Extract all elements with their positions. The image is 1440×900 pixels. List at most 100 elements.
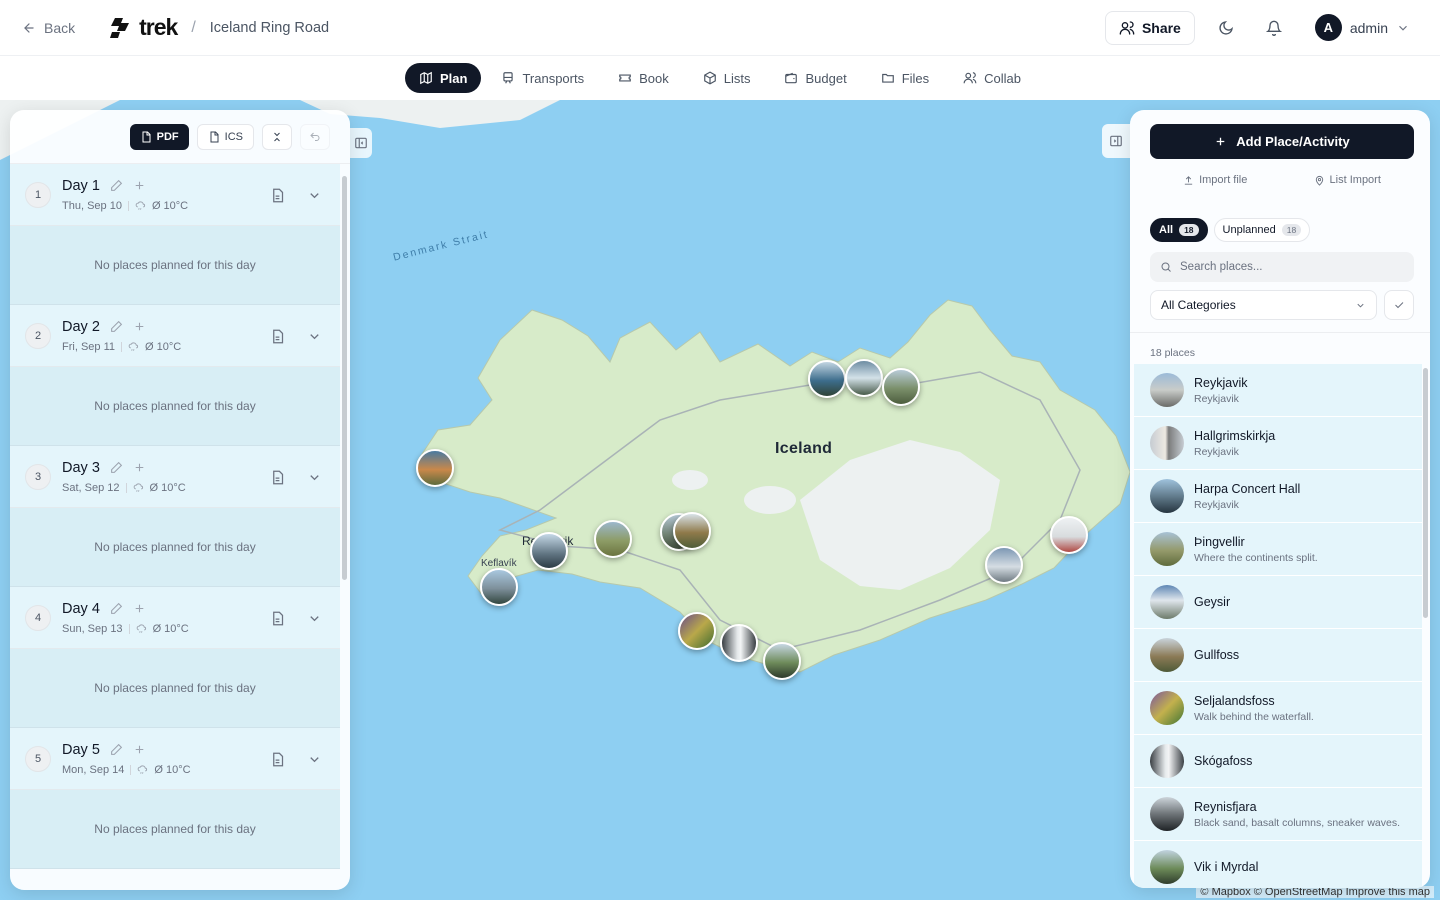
check-icon [1395, 302, 1404, 309]
package-icon [703, 71, 716, 85]
day-header[interactable]: 2 Day 2 Fri, Sep 11 Ø 10°C [10, 305, 340, 367]
search-input[interactable] [1180, 261, 1400, 273]
plus-icon[interactable] [133, 320, 146, 333]
chevrons-collapse-icon [274, 132, 280, 141]
notifications-button[interactable] [1257, 11, 1291, 45]
tab-collab-label: Collab [984, 70, 1021, 86]
chevron-down-icon[interactable] [307, 329, 322, 344]
day-empty-drop-zone[interactable]: No places planned for this day [10, 508, 340, 587]
back-button[interactable]: Back [22, 20, 75, 36]
add-place-button[interactable]: Add Place/Activity [1150, 124, 1414, 159]
place-subtitle: Walk behind the waterfall. [1194, 710, 1314, 723]
ics-export-button[interactable]: ICS [196, 123, 254, 150]
map-marker[interactable] [845, 359, 883, 397]
note-icon[interactable] [270, 752, 285, 767]
tab-collab[interactable]: Collab [949, 63, 1035, 93]
list-item[interactable]: Vik i Myrdal [1134, 841, 1422, 888]
pencil-icon[interactable] [110, 743, 123, 756]
map-marker[interactable] [416, 449, 454, 487]
place-name: Reykjavik [1194, 375, 1248, 390]
map-marker[interactable] [882, 368, 920, 406]
list-item[interactable]: Seljalandsfoss Walk behind the waterfall… [1134, 682, 1422, 735]
note-icon[interactable] [270, 329, 285, 344]
list-item[interactable]: Harpa Concert Hall Reykjavik [1134, 470, 1422, 523]
plus-icon[interactable] [133, 461, 146, 474]
map-marker[interactable] [673, 512, 711, 550]
plus-icon[interactable] [133, 602, 146, 615]
plus-icon[interactable] [133, 743, 146, 756]
tab-transports[interactable]: Transports [487, 63, 598, 93]
list-item[interactable]: Skógafoss [1134, 735, 1422, 788]
map-marker[interactable] [594, 520, 632, 558]
pdf-label: PDF [156, 130, 179, 143]
note-icon[interactable] [270, 470, 285, 485]
map-marker[interactable] [985, 546, 1023, 584]
list-item[interactable]: Gullfoss [1134, 629, 1422, 682]
place-thumbnail [1150, 373, 1184, 407]
ticket-icon [619, 74, 631, 82]
chevron-down-icon[interactable] [307, 752, 322, 767]
bell-icon [1265, 20, 1282, 36]
day-header[interactable]: 3 Day 3 Sat, Sep 12 Ø 10°C [10, 446, 340, 508]
select-mode-button[interactable] [1384, 290, 1414, 320]
right-panel-scrollbar[interactable] [1423, 368, 1428, 618]
pdf-export-button[interactable]: PDF [129, 123, 189, 150]
filter-all-chip[interactable]: All 18 [1150, 218, 1208, 242]
pencil-icon[interactable] [110, 602, 123, 615]
chevron-down-icon[interactable] [307, 611, 322, 626]
place-thumbnail [1150, 744, 1184, 778]
map-marker[interactable] [808, 360, 846, 398]
collapse-all-button[interactable] [262, 123, 292, 150]
pencil-icon[interactable] [110, 179, 123, 192]
map-marker[interactable] [530, 532, 568, 570]
plus-icon[interactable] [133, 179, 146, 192]
user-menu[interactable]: A admin [1314, 14, 1410, 41]
chevron-down-icon[interactable] [307, 470, 322, 485]
list-item[interactable]: Geysir [1134, 576, 1422, 629]
day-empty-drop-zone[interactable]: No places planned for this day [10, 790, 340, 869]
day-empty-drop-zone[interactable]: No places planned for this day [10, 367, 340, 446]
list-item[interactable]: Reykjavik Reykjavik [1134, 364, 1422, 417]
place-list: Reykjavik Reykjavik Hallgrimskirkja Reyk… [1134, 364, 1422, 888]
map-marker[interactable] [1050, 516, 1088, 554]
share-button[interactable]: Share [1104, 10, 1195, 45]
note-icon[interactable] [270, 188, 285, 203]
left-panel-scrollbar[interactable] [342, 176, 347, 580]
map-marker[interactable] [720, 624, 758, 662]
map-marker[interactable] [763, 642, 801, 680]
list-item[interactable]: Þingvellir Where the continents split. [1134, 523, 1422, 576]
category-value: All Categories [1161, 298, 1236, 312]
tab-book[interactable]: Book [604, 63, 683, 93]
tab-plan[interactable]: Plan [404, 63, 482, 93]
undo-button[interactable] [300, 123, 330, 150]
tab-budget[interactable]: Budget [770, 63, 860, 93]
list-item[interactable]: Hallgrimskirkja Reykjavik [1134, 417, 1422, 470]
pencil-icon[interactable] [110, 461, 123, 474]
theme-toggle-button[interactable] [1209, 11, 1243, 45]
tab-lists[interactable]: Lists [689, 63, 765, 93]
day-header[interactable]: 5 Day 5 Mon, Sep 14 Ø 10°C [10, 728, 340, 790]
note-icon[interactable] [270, 611, 285, 626]
cloud-rain-icon [133, 483, 143, 492]
day-card: 5 Day 5 Mon, Sep 14 Ø 10°C No places pla… [10, 728, 340, 869]
chevron-down-icon[interactable] [307, 188, 322, 203]
list-import-button[interactable]: List Import [1314, 174, 1381, 186]
collapse-left-panel-button[interactable] [350, 128, 372, 158]
day-empty-drop-zone[interactable]: No places planned for this day [10, 649, 340, 728]
collapse-right-panel-button[interactable] [1102, 124, 1130, 158]
ics-label: ICS [224, 130, 243, 143]
day-empty-drop-zone[interactable]: No places planned for this day [10, 226, 340, 305]
filter-unplanned-chip[interactable]: Unplanned 18 [1213, 218, 1311, 242]
day-header[interactable]: 4 Day 4 Sun, Sep 13 Ø 10°C [10, 587, 340, 649]
map-marker[interactable] [678, 612, 716, 650]
trek-logo[interactable]: trek [109, 14, 178, 41]
day-header[interactable]: 1 Day 1 Thu, Sep 10 Ø 10°C [10, 164, 340, 226]
category-select[interactable]: All Categories [1150, 290, 1377, 320]
place-thumbnail [1150, 532, 1184, 566]
place-name: Skógafoss [1194, 754, 1253, 768]
pencil-icon[interactable] [110, 320, 123, 333]
tab-files[interactable]: Files [867, 63, 943, 93]
map-marker[interactable] [480, 568, 518, 606]
import-file-button[interactable]: Import file [1183, 174, 1247, 186]
list-item[interactable]: Reynisfjara Black sand, basalt columns, … [1134, 788, 1422, 841]
